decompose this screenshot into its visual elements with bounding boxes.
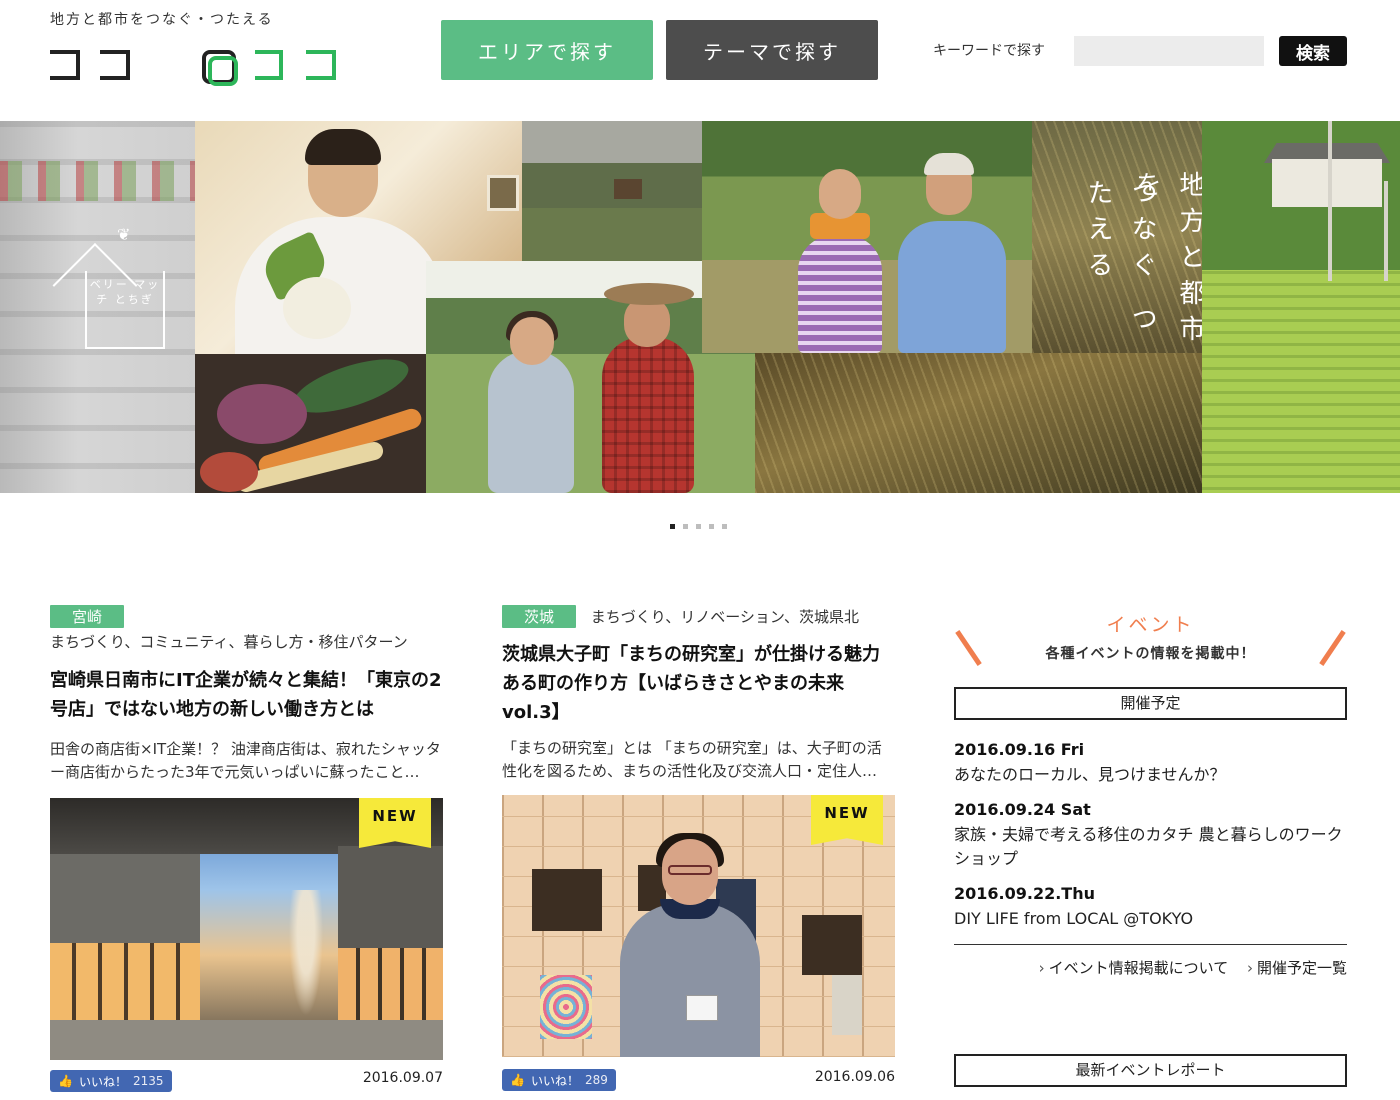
rice-paddy-house-photo (1202, 121, 1400, 493)
berry-match-tochigi-logo: ❦ ベリー マッチ とちぎ (85, 227, 165, 349)
article-date: 2016.09.07 (362, 1070, 443, 1086)
event-item[interactable]: 2016.09.16 Fri あなたのローカル、見つけませんか？ (954, 740, 1347, 787)
events-sidebar: イベント 各種イベントの情報を掲載中！ 開催予定 2016.09.16 Fri … (954, 610, 1347, 1087)
event-posting-info-link[interactable]: › イベント情報掲載について (1039, 959, 1229, 977)
site-tagline: 地方と都市をつなぐ・つたえる (50, 12, 274, 28)
article-thumbnail[interactable]: NEW (50, 798, 443, 1060)
latest-event-report-button[interactable]: 最新イベントレポート (954, 1054, 1347, 1087)
search-by-theme-button[interactable]: テーマで探す (666, 20, 878, 80)
slider-dot[interactable] (709, 524, 714, 529)
hero-collage[interactable]: ❦ ベリー マッチ とちぎ 地方と都市を つなぐ つたえる (0, 121, 1400, 493)
event-date: 2016.09.16 Fri (954, 740, 1085, 759)
meadow-cabin-photo (522, 121, 702, 261)
article-card[interactable]: 茨城 まちづくり、リノベーション、茨城県北 茨城県大子町「まちの研究室」が仕掛け… (502, 605, 895, 1097)
upcoming-events-tab[interactable]: 開催予定 (954, 687, 1347, 720)
slider-dot[interactable] (696, 524, 701, 529)
slider-dot[interactable] (722, 524, 727, 529)
event-name[interactable]: DIY LIFE from LOCAL @TOKYO (954, 907, 1347, 931)
new-badge: NEW (811, 795, 883, 845)
slider-dot[interactable] (670, 524, 675, 529)
keyword-search-label: キーワードで探す (933, 43, 1045, 59)
divider (954, 944, 1347, 945)
event-item[interactable]: 2016.09.24 Sat 家族・夫婦で考える移住のカタチ 農と暮らしのワーク… (954, 800, 1347, 871)
facebook-like-button[interactable]: 👍 いいね！ 2135 (50, 1070, 172, 1092)
search-button[interactable]: 検索 (1279, 36, 1347, 66)
article-title[interactable]: 茨城県大子町「まちの研究室」が仕掛ける魅力ある町の作り方【いばらきさとやまの未来… (502, 640, 895, 727)
article-excerpt: 田舎の商店街×IT企業！？ 油津商店街は、寂れたシャッター商店街からたった3年で… (50, 740, 441, 781)
event-name[interactable]: あなたのローカル、見つけませんか？ (954, 763, 1347, 787)
rice-stalks-photo (755, 353, 1202, 493)
article-tags[interactable]: まちづくり、コミュニティ、暮らし方・移住パターン (50, 631, 443, 652)
strawberry-greenhouse-photo: ❦ ベリー マッチ とちぎ (0, 121, 195, 493)
chevron-right-icon: › (1246, 959, 1253, 977)
like-count: 289 (584, 1073, 608, 1087)
search-by-area-button[interactable]: エリアで探す (441, 20, 653, 80)
thumbs-up-icon: 👍 (58, 1074, 73, 1088)
like-count: 2135 (132, 1074, 164, 1088)
slider-dot[interactable] (683, 524, 688, 529)
prefecture-badge[interactable]: 茨城 (502, 605, 577, 628)
event-date: 2016.09.22.Thu (954, 884, 1095, 903)
upcoming-events-list-link[interactable]: › 開催予定一覧 (1247, 959, 1347, 977)
rice-drying-photo: 地方と都市を つなぐ つたえる (1032, 121, 1202, 353)
prefecture-badge[interactable]: 宮崎 (50, 605, 125, 628)
slider-pagination (670, 524, 727, 529)
keyword-search-input[interactable] (1074, 36, 1264, 66)
hero-caption-line2: つなぐ つたえる (1083, 179, 1157, 342)
new-badge: NEW (359, 798, 431, 848)
event-list: 2016.09.16 Fri あなたのローカル、見つけませんか？ 2016.09… (954, 740, 1347, 931)
events-subheading: 各種イベントの情報を掲載中！ (1045, 646, 1256, 662)
thumbs-up-icon: 👍 (510, 1073, 525, 1087)
chevron-right-icon: › (1038, 959, 1045, 977)
events-heading: イベント (1106, 614, 1195, 636)
site-logo[interactable] (50, 50, 336, 86)
article-thumbnail[interactable]: NEW (502, 795, 895, 1057)
event-name[interactable]: 家族・夫婦で考える移住のカタチ 農と暮らしのワークショップ (954, 823, 1347, 871)
article-date: 2016.09.06 (814, 1069, 895, 1085)
vegetable-basket-photo (195, 354, 426, 493)
article-title[interactable]: 宮崎県日南市にIT企業が続々と集結！「東京の2号店」ではない地方の新しい働き方と… (50, 666, 443, 724)
article-card[interactable]: 宮崎 まちづくり、コミュニティ、暮らし方・移住パターン 宮崎県日南市にIT企業が… (50, 605, 443, 1098)
event-date: 2016.09.24 Sat (954, 800, 1091, 819)
facebook-like-button[interactable]: 👍 いいね！ 289 (502, 1069, 616, 1091)
article-excerpt: 「まちの研究室」とは 「まちの研究室」は、大子町の活性化を図るため、まちの活性化… (502, 739, 882, 780)
farmer-couple-photo (702, 121, 1032, 353)
event-item[interactable]: 2016.09.22.Thu DIY LIFE from LOCAL @TOKY… (954, 884, 1347, 931)
article-tags[interactable]: まちづくり、リノベーション、茨城県北 (591, 608, 859, 626)
